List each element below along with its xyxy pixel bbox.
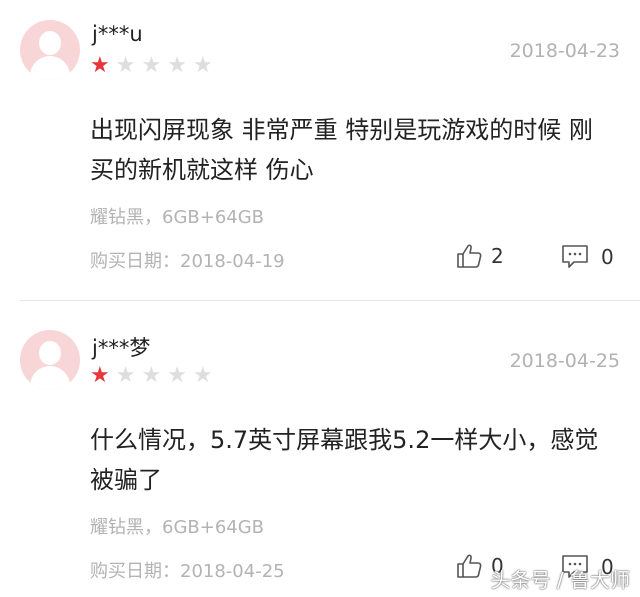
watermark: 头条号 / 鲁大师 [490, 568, 630, 592]
divider [20, 300, 640, 301]
review-date: 2018-04-25 [509, 350, 620, 372]
username: j***梦 [92, 336, 151, 360]
star-icon: ★ [192, 53, 219, 78]
star-icon: ★ [115, 53, 142, 78]
review-item: j***梦 2018-04-25 ★★★★★ 什么情况，5.7英寸屏幕跟我5.2… [0, 310, 640, 597]
comment-button[interactable]: 0 [561, 244, 614, 270]
star-icon: ★ [90, 363, 116, 388]
user-avatar-icon[interactable] [20, 20, 80, 80]
star-icon: ★ [192, 363, 219, 388]
star-icon: ★ [167, 53, 193, 78]
star-icon: ★ [115, 363, 142, 388]
avatar-body [30, 366, 70, 390]
purchase-date: 购买日期：2018-04-19 [90, 251, 285, 272]
product-spec: 耀钻黑，6GB+64GB [90, 517, 265, 538]
review-item: j***u 2018-04-23 ★★★★★ 出现闪屏现象 非常严重 特别是玩游… [0, 0, 640, 301]
like-button[interactable]: 2 [455, 242, 504, 270]
thumbs-up-icon [457, 244, 482, 268]
star-icon: ★ [167, 363, 193, 388]
star-rating: ★★★★★ [90, 55, 219, 77]
star-icon: ★ [90, 53, 116, 78]
review-content: 出现闪屏现象 非常严重 特别是玩游戏的时候 刚买的新机就这样 伤心 [90, 116, 593, 184]
review-content: 什么情况，5.7英寸屏幕跟我5.2一样大小，感觉被骗了 [90, 426, 599, 494]
review-date: 2018-04-23 [509, 40, 620, 62]
username: j***u [92, 22, 143, 46]
purchase-date: 购买日期：2018-04-25 [90, 561, 285, 582]
avatar-body [30, 56, 70, 80]
comment-bubble-icon [562, 245, 588, 268]
avatar-head [39, 341, 61, 365]
star-icon: ★ [141, 53, 168, 78]
thumbs-up-icon [457, 554, 482, 578]
star-rating: ★★★★★ [90, 365, 219, 387]
like-count: 2 [491, 244, 504, 268]
product-spec: 耀钻黑，6GB+64GB [90, 207, 265, 228]
comment-count: 0 [601, 245, 614, 269]
star-icon: ★ [141, 363, 168, 388]
user-avatar-icon[interactable] [20, 330, 80, 390]
avatar-head [39, 31, 61, 55]
